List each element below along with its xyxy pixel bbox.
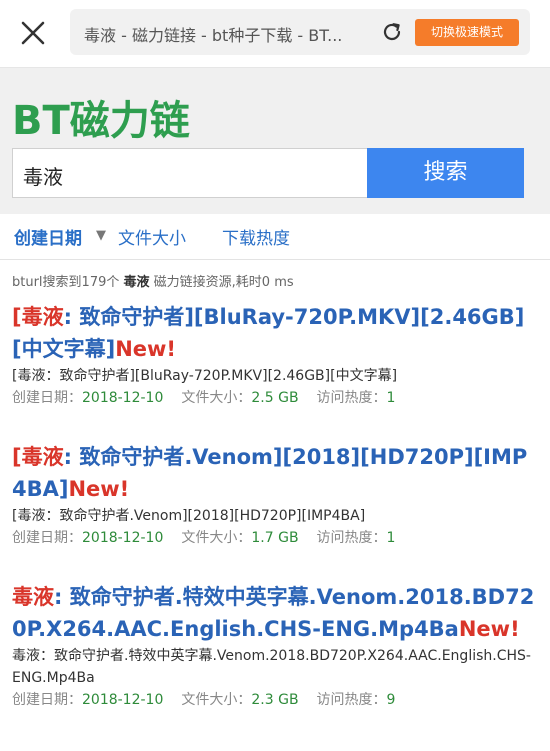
size-label: 文件大小： <box>181 530 252 546</box>
title-bracket: [ <box>12 445 22 469</box>
browser-toolbar: 毒液 - 磁力链接 - bt种子下载 - BT... 切换极速模式 <box>0 0 550 68</box>
title-keyword: 毒液 <box>21 445 64 469</box>
heat-label: 访问热度： <box>316 390 387 406</box>
address-bar[interactable]: 毒液 - 磁力链接 - bt种子下载 - BT... 切换极速模式 <box>70 9 530 55</box>
result-title-link[interactable]: [毒液: 致命守护者][BluRay-720P.MKV][2.46GB][中文字… <box>12 301 538 365</box>
title-keyword: 毒液 <box>12 585 54 609</box>
search-stats: bturl搜索到179个 毒液 磁力链接资源,耗时0 ms <box>12 271 294 290</box>
stats-suffix: 磁力链接资源,耗时0 ms <box>153 275 294 290</box>
created-value: 2018-12-10 <box>82 530 164 546</box>
result-item: 毒液: 致命守护者.特效中英字幕.Venom.2018.BD720P.X264.… <box>12 581 538 711</box>
result-description: [毒液：致命守护者.Venom][2018][HD720P][IMP4BA] <box>12 508 366 524</box>
size-value: 1.7 GB <box>251 530 299 546</box>
sort-created-tab[interactable]: 创建日期 <box>14 224 82 249</box>
result-meta: 创建日期：2018-12-10 文件大小：2.5 GB 访问热度：1 <box>12 387 538 409</box>
result-item: [毒液: 致命守护者.Venom][2018][HD720P][IMP4BA]N… <box>12 441 538 549</box>
size-label: 文件大小： <box>181 692 252 708</box>
new-badge: New! <box>458 617 520 641</box>
title-bracket: [ <box>12 305 22 329</box>
sort-size-tab[interactable]: 文件大小 <box>118 224 186 249</box>
heat-value: 9 <box>386 692 396 708</box>
new-badge: New! <box>115 337 176 361</box>
heat-label: 访问热度： <box>316 530 387 546</box>
heat-value: 1 <box>386 390 396 406</box>
url-text[interactable]: 毒液 - 磁力链接 - bt种子下载 - BT... <box>84 22 374 46</box>
close-icon[interactable] <box>14 14 52 52</box>
heat-value: 1 <box>386 530 396 546</box>
fast-mode-button[interactable]: 切换极速模式 <box>415 19 519 46</box>
new-badge: New! <box>68 477 130 501</box>
created-value: 2018-12-10 <box>82 390 164 406</box>
stats-prefix: bturl搜索到179个 <box>12 275 120 290</box>
title-text: : 致命守护者.特效中英字幕.Venom.2018.BD720P.X264.AA… <box>12 585 535 641</box>
result-meta: 创建日期：2018-12-10 文件大小：1.7 GB 访问热度：1 <box>12 527 538 549</box>
heat-label: 访问热度： <box>316 692 387 708</box>
result-title-link[interactable]: [毒液: 致命守护者.Venom][2018][HD720P][IMP4BA]N… <box>12 441 538 505</box>
result-description: [毒液：致命守护者][BluRay-720P.MKV][2.46GB][中文字幕… <box>12 368 398 384</box>
site-header: BT磁力链 毒液 搜索 <box>0 68 550 214</box>
site-logo[interactable]: BT磁力链 <box>12 88 190 146</box>
result-item: [毒液: 致命守护者][BluRay-720P.MKV][2.46GB][中文字… <box>12 301 538 409</box>
search-button[interactable]: 搜索 <box>367 148 524 198</box>
result-meta: 创建日期：2018-12-10 文件大小：2.3 GB 访问热度：9 <box>12 689 538 711</box>
size-value: 2.3 GB <box>251 692 299 708</box>
created-label: 创建日期： <box>12 530 82 546</box>
size-label: 文件大小： <box>181 390 252 406</box>
title-keyword: 毒液 <box>21 305 64 329</box>
sort-heat-tab[interactable]: 下载热度 <box>222 224 290 249</box>
title-text: : 致命守护者][BluRay-720P.MKV][2.46GB][中文字幕] <box>12 305 525 361</box>
size-value: 2.5 GB <box>251 390 299 406</box>
created-value: 2018-12-10 <box>82 692 164 708</box>
arrow-down-icon: ▼ <box>96 228 106 243</box>
sort-bar: 创建日期 ▼ 文件大小 下载热度 <box>0 214 550 260</box>
created-label: 创建日期： <box>12 692 82 708</box>
refresh-icon[interactable] <box>380 20 404 44</box>
result-title-link[interactable]: 毒液: 致命守护者.特效中英字幕.Venom.2018.BD720P.X264.… <box>12 581 538 645</box>
search-input[interactable]: 毒液 <box>12 148 368 198</box>
result-description: 毒液：致命守护者.特效中英字幕.Venom.2018.BD720P.X264.A… <box>12 648 531 686</box>
created-label: 创建日期： <box>12 390 82 406</box>
stats-keyword: 毒液 <box>123 275 150 290</box>
